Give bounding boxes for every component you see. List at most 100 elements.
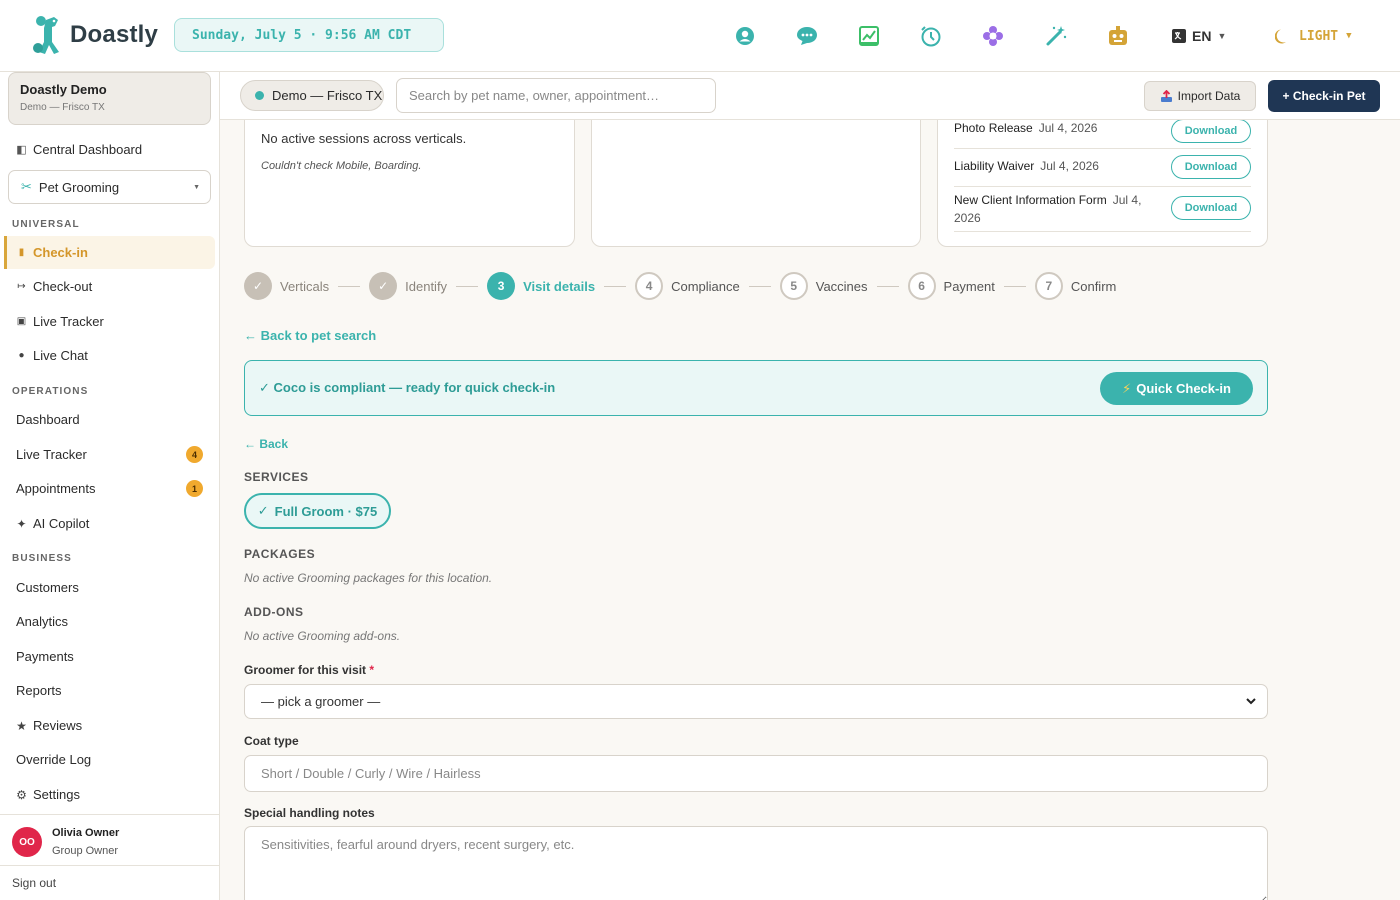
moon-icon — [1275, 29, 1286, 44]
step-vaccines[interactable]: 5 Vaccines — [779, 272, 868, 300]
chevron-down-icon: ▼ — [193, 183, 200, 191]
robot-icon[interactable] — [1106, 24, 1130, 48]
gear-icon: ⚙ — [16, 787, 27, 802]
sessions-note: Couldn't check Mobile, Boarding. — [261, 160, 422, 172]
required-marker: * — [369, 663, 375, 677]
count-badge: 4 — [186, 446, 203, 463]
check-icon: ✓ — [257, 503, 269, 518]
sidebar-item-settings[interactable]: ⚙ Settings — [16, 787, 206, 802]
chat-icon[interactable] — [795, 24, 819, 48]
support-icon[interactable] — [733, 24, 757, 48]
timer-icon[interactable] — [919, 24, 943, 48]
chat-bubble-icon: ● — [18, 350, 25, 361]
check-in-stepper: ✓ Verticals ✓ Identify 3 Visit details 4… — [244, 272, 1116, 300]
step-number: 7 — [1034, 272, 1063, 300]
section-operations: OPERATIONS — [12, 386, 89, 397]
translate-icon — [1172, 29, 1186, 43]
step-divider — [1003, 285, 1026, 287]
analytics-icon[interactable] — [857, 24, 881, 48]
upload-icon — [1160, 89, 1172, 102]
magic-wand-icon[interactable] — [1044, 24, 1068, 48]
download-button[interactable]: Download — [1171, 196, 1251, 220]
sidebar-item-dashboard[interactable]: Dashboard — [16, 412, 206, 427]
dog-logo-icon — [33, 16, 59, 54]
step-verticals[interactable]: ✓ Verticals — [244, 272, 329, 300]
sidebar-item-check-out[interactable]: ↦ Check-out — [16, 279, 206, 294]
search-input[interactable] — [396, 78, 716, 113]
step-number: 3 — [487, 272, 516, 300]
vertical-label: Pet Grooming — [38, 179, 120, 195]
sparkle-icon: ✦ — [16, 516, 27, 531]
sidebar-item-live-tracker[interactable]: ▣ Live Tracker — [16, 314, 206, 329]
step-number: 4 — [635, 272, 664, 300]
avatar: OO — [12, 827, 42, 857]
services-heading: SERVICES — [244, 470, 309, 484]
step-confirm[interactable]: 7 Confirm — [1034, 272, 1116, 300]
language-selector[interactable]: EN ▼ — [1172, 24, 1226, 48]
groomer-select[interactable]: — pick a groomer — — [244, 684, 1268, 719]
packages-empty-note: No active Grooming packages for this loc… — [244, 571, 493, 585]
download-button[interactable]: Download — [1171, 155, 1251, 179]
special-notes-textarea[interactable] — [244, 826, 1268, 900]
sidebar-item-customers[interactable]: Customers — [16, 580, 206, 595]
top-bar: Doastly Sunday, July 5 · 9:56 AM CDT EN … — [0, 0, 1400, 72]
sidebar-item-live-chat[interactable]: ● Live Chat — [16, 348, 206, 363]
chevron-down-icon: ▼ — [1217, 31, 1227, 41]
sidebar-item-override-log[interactable]: Override Log — [16, 752, 206, 767]
back-to-search-link[interactable]: ← Back to pet search — [244, 328, 376, 343]
quick-check-in-button[interactable]: ⚡ Quick Check-in — [1100, 372, 1253, 405]
monitor-icon: ▣ — [16, 316, 27, 327]
user-profile[interactable]: OO Olivia Owner Group Owner — [0, 814, 219, 866]
step-divider — [748, 285, 771, 287]
sessions-card: No active sessions across verticals. Cou… — [244, 120, 575, 247]
download-button[interactable]: Download — [1171, 120, 1251, 143]
compliance-banner: ✓ Coco is compliant — ready for quick ch… — [244, 360, 1268, 416]
back-link[interactable]: ← Back — [244, 437, 288, 451]
check-icon: ✓ — [369, 272, 398, 300]
import-data-button[interactable]: Import Data — [1144, 81, 1256, 111]
org-switcher[interactable]: Doastly Demo Demo — Frisco TX — [8, 72, 211, 125]
sidebar-item-central-dashboard[interactable]: ◧ Central Dashboard — [16, 142, 142, 157]
sidebar-item-ops-live-tracker[interactable]: Live Tracker 4 — [16, 446, 206, 463]
flower-icon[interactable] — [981, 24, 1005, 48]
sidebar-item-payments[interactable]: Payments — [16, 649, 206, 664]
location-pill[interactable]: Demo — Frisco TX — [240, 80, 384, 111]
check-in-pet-button[interactable]: + Check-in Pet — [1268, 80, 1380, 112]
document-row: Liability Waiver Jul 4, 2026 Download — [954, 155, 1251, 187]
sidebar-item-analytics[interactable]: Analytics — [16, 614, 206, 629]
section-business: BUSINESS — [12, 553, 72, 564]
theme-label: LIGHT — [1299, 28, 1339, 44]
document-row: New Client Information Form Jul 4, 2026 D… — [954, 191, 1251, 232]
sidebar-item-ai-copilot[interactable]: ✦ AI Copilot — [16, 516, 206, 531]
sidebar-item-appointments[interactable]: Appointments 1 — [16, 480, 206, 497]
compliance-message: ✓ Coco is compliant — ready for quick ch… — [259, 380, 556, 395]
user-name: Olivia Owner — [52, 827, 120, 839]
main-content: No active sessions across verticals. Cou… — [220, 120, 1400, 900]
coat-type-input[interactable] — [244, 755, 1268, 792]
org-location: Demo — Frisco TX — [20, 102, 105, 113]
special-notes-label: Special handling notes — [244, 806, 375, 820]
app-logo[interactable]: Doastly — [32, 14, 158, 56]
sidebar-item-check-in[interactable]: ▮ Check-in — [16, 245, 206, 260]
step-identify[interactable]: ✓ Identify — [369, 272, 447, 300]
language-label: EN — [1192, 28, 1212, 44]
sidebar-item-reviews[interactable]: ★ Reviews — [16, 718, 206, 733]
empty-card — [591, 120, 921, 247]
sidebar-item-reports[interactable]: Reports — [16, 683, 206, 698]
step-visit-details[interactable]: 3 Visit details — [487, 272, 595, 300]
step-number: 5 — [779, 272, 808, 300]
theme-toggle[interactable]: LIGHT ▼ — [1275, 24, 1352, 48]
step-payment[interactable]: 6 Payment — [907, 272, 995, 300]
sign-out-link[interactable]: Sign out — [12, 876, 56, 890]
lightning-icon: ⚡ — [1122, 380, 1132, 396]
document-row: Photo Release Jul 4, 2026 Download — [954, 120, 1251, 149]
step-number: 6 — [907, 272, 936, 300]
service-chip-full-groom[interactable]: ✓ Full Groom · $75 — [244, 493, 391, 529]
step-divider — [876, 285, 899, 287]
org-name: Doastly Demo — [20, 82, 107, 97]
addons-empty-note: No active Grooming add-ons. — [244, 629, 401, 643]
step-divider — [456, 285, 479, 287]
step-compliance[interactable]: 4 Compliance — [635, 272, 740, 300]
documents-card: Photo Release Jul 4, 2026 Download Liabil… — [937, 120, 1268, 247]
vertical-selector[interactable]: ✂ Pet Grooming ▼ — [8, 170, 211, 204]
